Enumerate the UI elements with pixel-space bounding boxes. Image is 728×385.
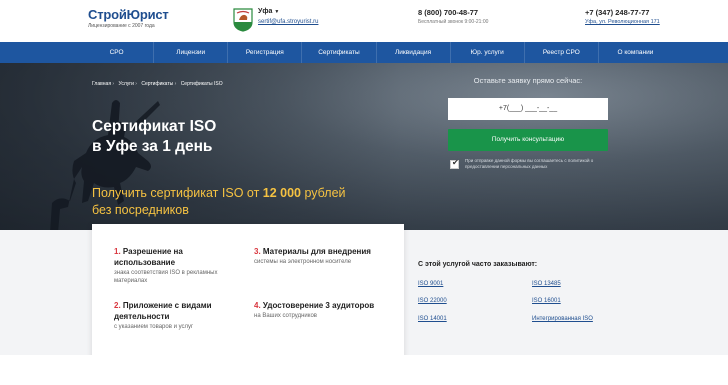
nav-item-sro-registry[interactable]: Реестр СРО bbox=[525, 42, 599, 63]
page-bottom bbox=[0, 355, 728, 385]
feature-number: 3. bbox=[254, 247, 261, 256]
nav-item-registration[interactable]: Регистрация bbox=[228, 42, 303, 63]
breadcrumb-current: Сертификаты ISO bbox=[180, 81, 223, 87]
address-link[interactable]: Уфа, ул. Революционная 171 bbox=[585, 19, 660, 25]
page-title-line1: Сертификат ISO bbox=[92, 118, 217, 135]
breadcrumb-services[interactable]: Услуги bbox=[118, 81, 133, 87]
related-link-iso-13485[interactable]: ISO 13485 bbox=[532, 281, 561, 287]
nav-item-liquidation[interactable]: Ликвидация bbox=[377, 42, 451, 63]
feature-item: 4. Удостоверение 3 аудиторов на Ваших со… bbox=[254, 300, 384, 320]
feature-number: 4. bbox=[254, 301, 261, 310]
feature-number: 2. bbox=[114, 301, 121, 310]
related-link-iso-22000[interactable]: ISO 22000 bbox=[418, 298, 447, 304]
brand-tagline: Лицензирование с 2007 года bbox=[88, 23, 155, 29]
page-title: Сертификат ISO в Уфе за 1 день bbox=[92, 117, 332, 157]
feature-title: Приложение с видами деятельности bbox=[114, 301, 212, 321]
form-title: Оставьте заявку прямо сейчас: bbox=[473, 76, 583, 85]
feature-item: 1. Разрешение на использование знака соо… bbox=[114, 246, 244, 285]
nav-item-about[interactable]: О компании bbox=[599, 42, 672, 63]
city-name: Уфа bbox=[258, 8, 273, 15]
subtitle-prefix: Получить сертификат ISO от bbox=[92, 186, 263, 200]
feature-item: 3. Материалы для внедрения системы на эл… bbox=[254, 246, 384, 266]
consent-text: При отправке данной формы вы соглашаетес… bbox=[465, 158, 594, 169]
chevron-down-icon: ▼ bbox=[274, 9, 280, 15]
related-link-iso-14001[interactable]: ISO 14001 bbox=[418, 316, 447, 322]
features-card: 1. Разрешение на использование знака соо… bbox=[92, 224, 404, 361]
breadcrumb: Главная › Услуги › Сертификаты › Сертифи… bbox=[92, 81, 223, 87]
feature-title: Разрешение на использование bbox=[114, 247, 183, 267]
email-link[interactable]: sertif@ufa.stroyurist.ru bbox=[258, 19, 318, 25]
related-link-integrated-iso[interactable]: Интегрированная ISO bbox=[532, 316, 593, 322]
logo[interactable]: СтройЮрист Лицензирование с 2007 года bbox=[88, 7, 169, 29]
subtitle-price: 12 000 bbox=[262, 186, 301, 200]
city-emblem-icon bbox=[233, 8, 253, 32]
related-link-iso-16001[interactable]: ISO 16001 bbox=[532, 298, 561, 304]
related-link-iso-9001[interactable]: ISO 9001 bbox=[418, 281, 443, 287]
feature-description: системы на электронном носителе bbox=[254, 259, 352, 265]
subtitle-line2: без посредников bbox=[92, 203, 189, 217]
consent-checkbox[interactable]: ✔ bbox=[450, 158, 459, 169]
page-title-line2: в Уфе за 1 день bbox=[92, 138, 213, 155]
phone-local[interactable]: +7 (347) 248-77-77 bbox=[585, 8, 649, 17]
phone-main-note: Бесплатный звонок 9:00-21:00 bbox=[418, 19, 489, 25]
get-consultation-button[interactable]: Получить консультацию bbox=[448, 129, 608, 151]
feature-item: 2. Приложение с видами деятельности с ук… bbox=[114, 300, 244, 331]
related-services-title: С этой услугой часто заказывают: bbox=[418, 261, 538, 268]
price-subtitle: Получить сертификат ISO от 12 000 рублей… bbox=[92, 185, 412, 219]
feature-title: Материалы для внедрения bbox=[262, 247, 371, 256]
breadcrumb-home[interactable]: Главная bbox=[92, 81, 111, 87]
feature-description: на Ваших сотрудников bbox=[254, 313, 317, 319]
subtitle-suffix: рублей bbox=[301, 186, 346, 200]
breadcrumb-certificates[interactable]: Сертификаты bbox=[141, 81, 173, 87]
nav-item-legal-services[interactable]: Юр. услуги bbox=[451, 42, 525, 63]
brand-name: СтройЮрист bbox=[88, 7, 169, 22]
feature-title: Удостоверение 3 аудиторов bbox=[262, 301, 375, 310]
site-header: СтройЮрист Лицензирование с 2007 года Уф… bbox=[0, 0, 728, 42]
feature-description: знака соответствия ISO в рекламных матер… bbox=[114, 270, 218, 284]
phone-main[interactable]: 8 (800) 700-48-77 bbox=[418, 8, 478, 17]
city-selector[interactable]: Уфа ▼ bbox=[258, 8, 279, 15]
nav-item-certificates[interactable]: Сертификаты bbox=[302, 42, 377, 63]
checkmark-icon: ✔ bbox=[452, 158, 459, 167]
feature-description: с указанием товаров и услуг bbox=[114, 324, 194, 330]
nav-item-licenses[interactable]: Лицензии bbox=[154, 42, 229, 63]
main-nav: СРО Лицензии Регистрация Сертификаты Лик… bbox=[0, 42, 728, 63]
nav-item-sro[interactable]: СРО bbox=[80, 42, 155, 63]
feature-number: 1. bbox=[114, 247, 121, 256]
phone-input[interactable]: +7(___) ___-__-__ bbox=[448, 98, 608, 120]
